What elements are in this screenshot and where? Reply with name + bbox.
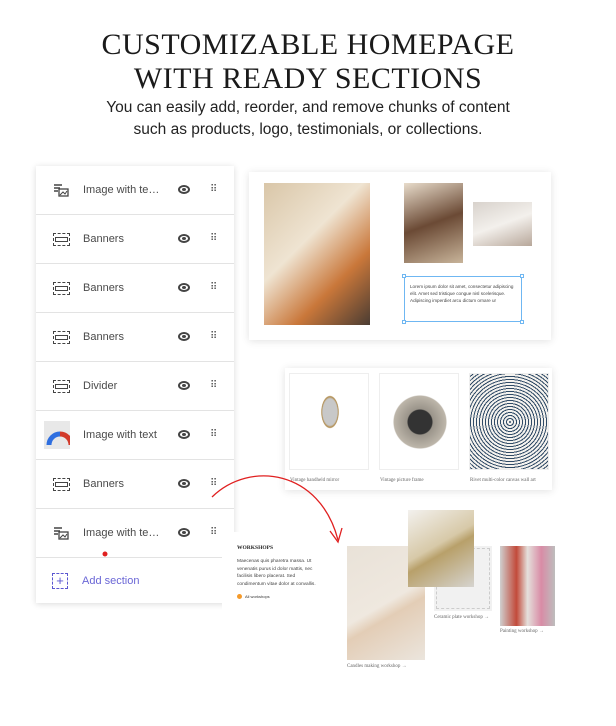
- reorder-arrow: [102, 475, 343, 557]
